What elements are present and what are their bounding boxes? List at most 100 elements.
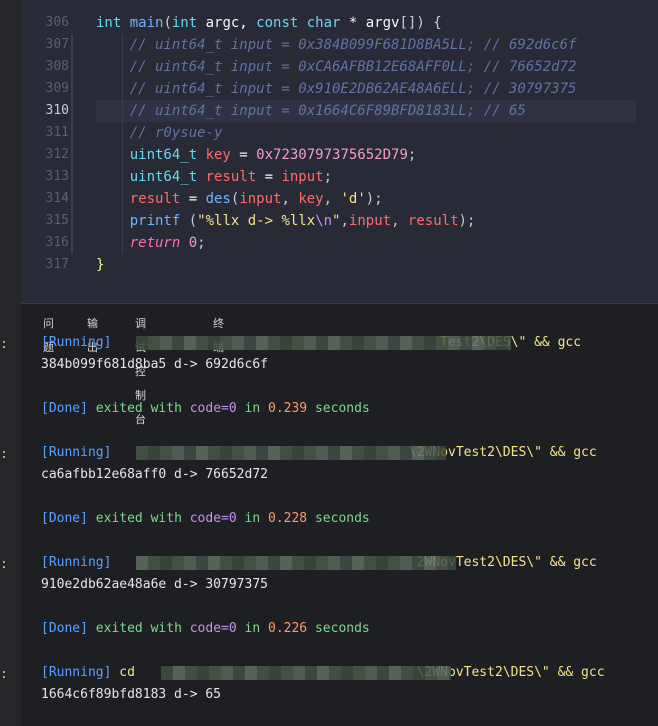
- strip-marker: :: [0, 447, 8, 462]
- code-token: "%llx d-> %llx: [197, 213, 316, 229]
- output-token: [Running]: [41, 665, 120, 680]
- code-token: result: [205, 169, 265, 185]
- output-token: seconds: [314, 401, 370, 416]
- code-token: =: [239, 147, 257, 163]
- code-token: );: [365, 191, 383, 207]
- gutter-change-marker: [71, 210, 73, 232]
- code-token: 'd': [340, 191, 366, 207]
- line-number: 315: [45, 213, 69, 228]
- output-line: [Done] exited with code=0 in 0.228 secon…: [41, 508, 370, 530]
- code-token: argc,: [205, 15, 257, 31]
- code-token: result: [96, 191, 189, 207]
- code-token: ,: [340, 213, 349, 229]
- strip-marker: :: [0, 667, 8, 682]
- line-number: 312: [45, 147, 69, 162]
- output-token: in: [244, 621, 268, 636]
- code-token: result: [407, 213, 459, 229]
- code-line[interactable]: result = des(input, key, 'd');: [96, 188, 383, 210]
- output-line: [Running] 2WNovTest2\DES\" && gcc: [41, 552, 597, 574]
- code-token: argv: [365, 15, 400, 31]
- code-token: // uint64_t input = 0xCA6AFBB12E68AFF0LL…: [96, 59, 577, 75]
- code-token: // uint64_t input = 0x384B099F681D8BA5LL…: [96, 37, 577, 53]
- output-line: [Running] Test2\DES\" && gcc: [41, 332, 581, 354]
- output-line: 1664c6f89bfd8183 d-> 65: [41, 684, 221, 706]
- gutter-change-marker: [71, 188, 73, 210]
- code-editor[interactable]: 306 307 308 309 310 311 312 313 314 315 316 317 int…: [21, 0, 658, 303]
- code-line[interactable]: // r0ysue-y: [96, 122, 223, 144]
- output-token: ca6afbb12e68aff0 d-> 76652d72: [41, 467, 268, 482]
- gutter-change-marker: [71, 232, 73, 254]
- code-token: input: [239, 191, 282, 207]
- code-line[interactable]: int main(int argc, const char * argv[]) …: [96, 12, 442, 34]
- output-token: seconds: [314, 511, 370, 526]
- gutter-change-marker: [71, 100, 73, 122]
- output-line: 910e2db62ae48a6e d-> 30797375: [41, 574, 268, 596]
- output-line: [Done] exited with code=0 in 0.226 secon…: [41, 618, 370, 640]
- code-token: ,: [281, 191, 299, 207]
- gutter-change-marker: [71, 144, 73, 166]
- code-token: 0x7230797375652D79: [256, 147, 408, 163]
- code-token: ;: [197, 235, 206, 251]
- code-token: uint64_t: [96, 169, 206, 185]
- code-token: (: [163, 15, 172, 31]
- code-line[interactable]: }: [96, 254, 104, 276]
- code-token: =: [264, 169, 282, 185]
- redacted-path-mosaic: [136, 556, 456, 570]
- code-token: input: [348, 213, 392, 229]
- output-token: [Done]: [41, 621, 96, 636]
- output-line: 384b099f681d8ba5 d-> 692d6c6f: [41, 354, 268, 376]
- code-token: \n: [315, 213, 333, 229]
- output-line: ca6afbb12e68aff0 d-> 76652d72: [41, 464, 268, 486]
- code-token: );: [458, 213, 476, 229]
- code-token: char: [306, 15, 349, 31]
- code-line[interactable]: uint64_t key = 0x7230797375652D79;: [96, 144, 417, 166]
- vscode-window: :::: 306 307 308 309 310 311 312 313 314 315 316 31…: [0, 0, 658, 726]
- line-number: 307: [45, 37, 69, 52]
- redacted-path-mosaic: [136, 336, 511, 350]
- redacted-path-mosaic: [136, 446, 446, 460]
- output-token: 0.226: [268, 621, 315, 636]
- code-token: const: [256, 15, 307, 31]
- output-token: [Done]: [41, 511, 96, 526]
- code-token: }: [96, 257, 105, 273]
- code-line[interactable]: uint64_t result = input;: [96, 166, 332, 188]
- output-token: 384b099f681d8ba5 d-> 692d6c6f: [41, 357, 268, 372]
- code-line[interactable]: return 0;: [96, 232, 206, 254]
- line-number: 313: [45, 169, 69, 184]
- code-token: des: [205, 191, 231, 207]
- code-token: key: [205, 147, 240, 163]
- bottom-panel: 问题输出调试控制台终端 [Running] Test2\DES\" && gcc…: [21, 303, 658, 726]
- code-token: int: [171, 15, 206, 31]
- output-token: code=0: [189, 621, 245, 636]
- output-token: [Running]: [41, 555, 120, 570]
- output-token: in: [244, 511, 268, 526]
- code-token: // uint64_t input = 0x1664C6F89BFD8183LL…: [96, 103, 526, 119]
- code-line[interactable]: // uint64_t input = 0x384B099F681D8BA5LL…: [96, 34, 577, 56]
- line-number: 308: [45, 59, 69, 74]
- code-token: ;: [407, 147, 417, 163]
- redacted-path-mosaic: [161, 666, 451, 680]
- code-line[interactable]: printf ("%llx d-> %llx\n",input, result)…: [96, 210, 476, 232]
- output-token: exited with: [95, 511, 190, 526]
- code-token: (: [188, 213, 198, 229]
- code-token: int: [96, 15, 130, 31]
- code-line[interactable]: // uint64_t input = 0x910E2DB62AE48A6ELL…: [96, 78, 577, 100]
- output-line: [Running] \2WNovTest2\DES\" && gcc: [41, 442, 597, 464]
- output-token: in: [244, 401, 268, 416]
- code-token: printf: [96, 213, 189, 229]
- output-token: [Running]: [41, 335, 120, 350]
- code-token: // r0ysue-y: [96, 125, 223, 141]
- code-token: 0: [188, 235, 198, 251]
- code-line[interactable]: // uint64_t input = 0xCA6AFBB12E68AFF0LL…: [96, 56, 577, 78]
- code-token: key: [298, 191, 324, 207]
- line-number: 316: [45, 235, 69, 250]
- output-token: seconds: [314, 621, 370, 636]
- code-line[interactable]: // uint64_t input = 0x1664C6F89BFD8183LL…: [96, 100, 526, 122]
- code-token: ,: [323, 191, 341, 207]
- line-number: 309: [45, 81, 69, 96]
- code-token: =: [188, 191, 206, 207]
- output-token: [Done]: [41, 401, 96, 416]
- output-token: 0.228: [268, 511, 315, 526]
- activity-strip: ::::: [0, 0, 21, 726]
- code-token: ;: [323, 169, 333, 185]
